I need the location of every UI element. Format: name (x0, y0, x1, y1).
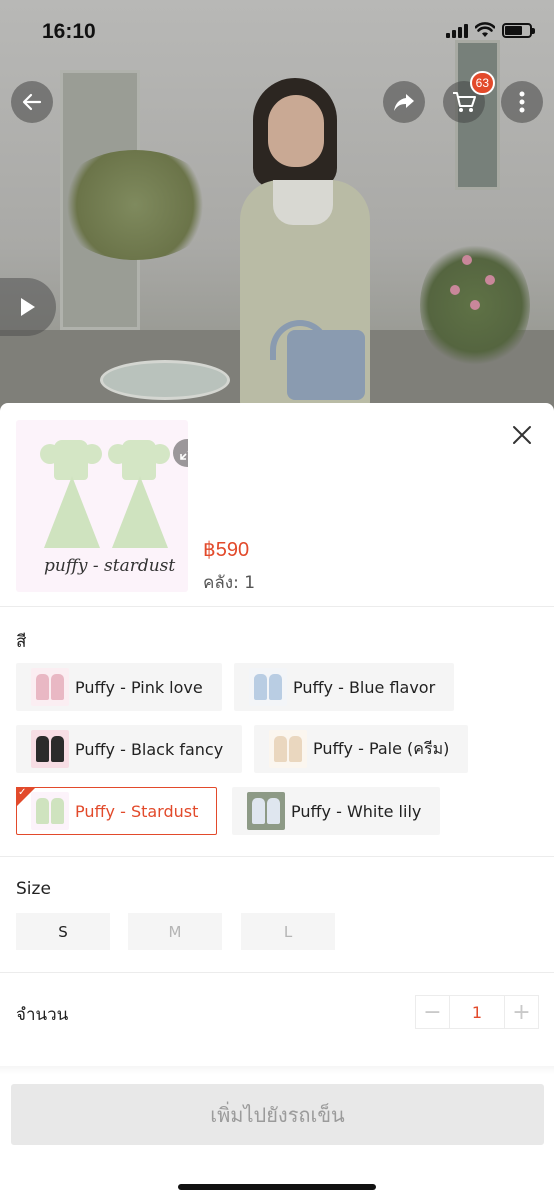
pale-dress-thumbnail (269, 730, 307, 768)
cellular-signal-icon (446, 22, 468, 38)
color-option-blue-flavor[interactable]: Puffy - Blue flavor (234, 663, 455, 711)
color-option-black-fancy[interactable]: Puffy - Black fancy (16, 725, 243, 773)
color-option-label: Puffy - Pale (ครีม) (313, 738, 450, 758)
size-option-s[interactable]: S (16, 913, 110, 950)
quantity-decrease-button[interactable]: − (416, 996, 449, 1028)
wifi-icon (475, 22, 495, 37)
color-option-pink-love[interactable]: Puffy - Pink love (16, 663, 222, 711)
variation-sheet: puffy - stardust ฿590 คลัง: 1 สี Puffy -… (0, 403, 554, 1200)
divider (0, 856, 554, 857)
quantity-value[interactable]: 1 (449, 996, 505, 1028)
size-section-title: Size (16, 879, 51, 899)
divider (0, 972, 554, 973)
share-button[interactable] (383, 81, 425, 123)
home-indicator (178, 1184, 376, 1190)
color-option-label: Puffy - Black fancy (75, 739, 224, 759)
divider (0, 606, 554, 607)
product-thumbnail[interactable]: puffy - stardust (16, 420, 188, 592)
size-option-m[interactable]: M (128, 913, 222, 950)
check-icon: ✓ (18, 787, 27, 798)
more-vertical-icon (519, 91, 525, 113)
battery-icon (502, 22, 535, 38)
black-dress-thumbnail (31, 730, 69, 768)
color-option-label: Puffy - White lily (291, 801, 422, 821)
blue-dress-thumbnail (249, 668, 287, 706)
product-photo (0, 0, 554, 412)
arrow-left-icon (22, 93, 42, 111)
status-time: 16:10 (42, 20, 96, 43)
close-button[interactable] (508, 421, 536, 449)
color-option-label: Puffy - Blue flavor (293, 677, 436, 697)
pink-dress-thumbnail (31, 668, 69, 706)
quantity-label: จำนวน (16, 1005, 69, 1025)
quantity-increase-button[interactable]: + (505, 996, 538, 1028)
white-lily-thumbnail (247, 792, 285, 830)
dress-back-image (108, 440, 170, 550)
play-video-button[interactable] (0, 278, 56, 336)
color-section-title: สี (16, 632, 27, 652)
color-option-stardust[interactable]: ✓ Puffy - Stardust (16, 787, 218, 835)
expand-image-button[interactable] (173, 439, 188, 467)
cart-button[interactable]: 63 (443, 71, 495, 123)
share-icon (394, 94, 414, 111)
close-icon (513, 426, 531, 444)
color-option-label: Puffy - Pink love (75, 677, 203, 697)
add-to-cart-button[interactable]: เพิ่มไปยังรถเข็น (11, 1084, 544, 1145)
more-options-button[interactable] (501, 81, 543, 123)
color-option-label: Puffy - Stardust (75, 801, 199, 821)
stock-count: คลัง: 1 (203, 573, 256, 593)
back-button[interactable] (11, 81, 53, 123)
thumbnail-caption: puffy - stardust (44, 556, 176, 576)
quantity-stepper: − 1 + (415, 995, 539, 1029)
color-option-pale[interactable]: Puffy - Pale (ครีม) (254, 725, 469, 773)
dress-front-image (40, 440, 102, 550)
size-option-l[interactable]: L (241, 913, 335, 950)
product-price: ฿590 (203, 539, 250, 561)
color-option-white-lily[interactable]: Puffy - White lily (232, 787, 441, 835)
expand-icon (180, 446, 188, 460)
cart-count-badge: 63 (469, 71, 495, 95)
cart-icon (453, 92, 476, 112)
status-icons (446, 22, 535, 38)
stardust-dress-thumbnail (31, 792, 69, 830)
play-icon (21, 298, 35, 316)
footer-shadow (0, 1066, 554, 1074)
